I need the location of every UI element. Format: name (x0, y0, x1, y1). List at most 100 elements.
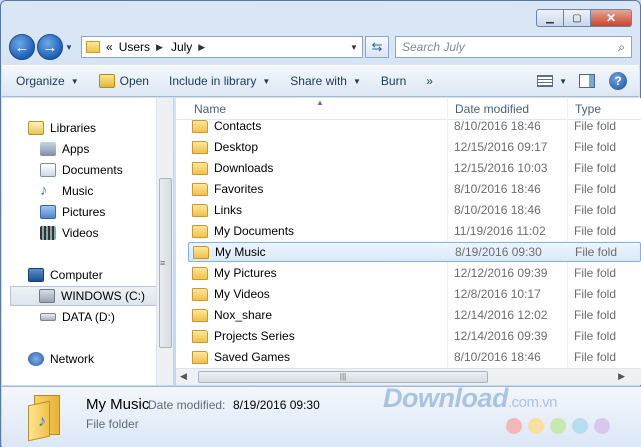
file-row[interactable]: My Pictures 12/12/2016 09:39 File fold (188, 263, 641, 283)
scroll-grip-icon: ≡ (160, 258, 166, 268)
file-type: File fold (574, 287, 617, 301)
file-type: File fold (574, 266, 617, 280)
organize-button[interactable]: Organize ▼ (16, 74, 79, 88)
address-chevron[interactable]: « (106, 40, 113, 54)
preview-pane-icon[interactable] (579, 74, 595, 88)
navigation-pane: Libraries Apps Documents ♪ Music Pictures… (2, 98, 174, 385)
file-name: My Documents (214, 224, 295, 238)
address-dropdown-icon[interactable]: ▼ (346, 43, 362, 52)
share-with-button[interactable]: Share with ▼ (290, 74, 361, 88)
folder-icon (192, 182, 208, 196)
libraries-icon (28, 121, 44, 135)
breadcrumb-arrow-icon[interactable]: ▶ (198, 42, 205, 53)
watermark-dot (572, 418, 588, 434)
file-date: 8/10/2016 18:46 (454, 350, 541, 364)
music-folder-icon: ♪ (28, 395, 62, 442)
address-row: ← → ▼ « Users ▶ July ▶ ▼ ⇆ ⌕ (9, 33, 632, 61)
back-button[interactable]: ← (9, 34, 35, 60)
nav-pictures-label: Pictures (62, 205, 106, 219)
column-date-modified[interactable]: Date modified (455, 102, 529, 116)
address-bar[interactable]: « Users ▶ July ▶ ▼ (81, 36, 363, 58)
breadcrumb-users[interactable]: Users (119, 40, 150, 54)
documents-icon (40, 163, 56, 177)
help-icon[interactable]: ? (609, 72, 627, 90)
nav-pictures[interactable]: Pictures (40, 202, 105, 222)
file-row[interactable]: My Documents 11/19/2016 11:02 File fold (188, 221, 641, 241)
forward-button[interactable]: → (37, 34, 63, 60)
file-type: File fold (574, 308, 617, 322)
file-type: File fold (574, 140, 617, 154)
minimize-button[interactable]: ▁ (536, 9, 564, 27)
open-button[interactable]: Open (98, 74, 149, 88)
file-row[interactable]: Favorites 8/10/2016 18:46 File fold (188, 179, 641, 199)
watermark-logo: Download.com.vn (383, 383, 558, 414)
nav-libraries-label: Libraries (50, 121, 97, 135)
breadcrumb-arrow-icon[interactable]: ▶ (156, 42, 163, 53)
nav-libraries[interactable]: Libraries (28, 118, 96, 138)
file-row[interactable]: Projects Series 12/14/2016 09:39 File fold (188, 326, 641, 346)
file-name: Downloads (214, 161, 274, 175)
folder-icon (192, 266, 208, 280)
nav-network[interactable]: Network (28, 349, 94, 369)
burn-button[interactable]: Burn (381, 74, 406, 88)
computer-icon (28, 268, 44, 282)
folder-icon (192, 308, 208, 322)
file-row[interactable]: Saved Games 8/10/2016 18:46 File fold (188, 347, 641, 367)
include-in-library-label: Include in library (168, 74, 257, 88)
share-with-label: Share with (290, 74, 347, 88)
file-row[interactable]: My Music 8/19/2016 09:30 File fold (188, 242, 641, 262)
nav-windows-c[interactable]: WINDOWS (C:) (10, 286, 158, 306)
file-name: My Pictures (214, 266, 277, 280)
nav-videos[interactable]: Videos (40, 223, 98, 243)
close-button[interactable]: ✕ (590, 9, 632, 27)
column-type[interactable]: Type (575, 102, 601, 116)
search-icon[interactable]: ⌕ (618, 40, 625, 55)
apps-icon (40, 142, 56, 156)
change-view-icon[interactable] (537, 75, 554, 87)
file-name: Contacts (214, 119, 262, 133)
file-row[interactable]: Desktop 12/15/2016 09:17 File fold (188, 137, 641, 157)
search-input[interactable] (402, 40, 612, 54)
include-in-library-button[interactable]: Include in library ▼ (169, 74, 270, 88)
scroll-left-icon[interactable]: ◀ (180, 371, 187, 382)
videos-icon (40, 226, 56, 240)
file-row[interactable]: Downloads 12/15/2016 10:03 File fold (188, 158, 641, 178)
horizontal-scrollbar-thumb[interactable]: ||| (198, 371, 488, 383)
file-name: Nox_share (214, 308, 273, 322)
scroll-right-icon[interactable]: ▶ (618, 371, 625, 382)
nav-scrollbar[interactable]: ≡ (156, 98, 173, 385)
file-row[interactable]: Nox_share 12/14/2016 12:02 File fold (188, 305, 641, 325)
nav-videos-label: Videos (62, 226, 99, 240)
watermark-suffix: .com.vn (508, 394, 558, 411)
file-row[interactable]: Links 8/10/2016 18:46 File fold (188, 200, 641, 220)
nav-documents[interactable]: Documents (40, 160, 123, 180)
search-box[interactable]: ⌕ (395, 36, 632, 58)
nav-data-d[interactable]: DATA (D:) (40, 307, 115, 327)
view-options-dropdown-icon[interactable]: ▼ (559, 77, 567, 86)
nav-music-label: Music (62, 184, 94, 198)
refresh-button[interactable]: ⇆ (365, 36, 389, 58)
nav-windows-c-label: WINDOWS (C:) (61, 289, 145, 303)
file-row[interactable]: Contacts 8/10/2016 18:46 File fold (188, 116, 641, 136)
drive-icon (40, 313, 56, 321)
file-date: 8/19/2016 09:30 (455, 245, 542, 259)
file-name: Projects Series (214, 329, 295, 343)
watermark-dot (506, 418, 522, 434)
more-label: » (426, 74, 433, 88)
nav-music[interactable]: ♪ Music (40, 181, 93, 201)
nav-apps[interactable]: Apps (40, 139, 89, 159)
command-bar: Organize ▼ Open Include in library ▼ Share… (2, 65, 639, 97)
more-commands-button[interactable]: » (426, 74, 433, 88)
column-name[interactable]: Name (194, 102, 226, 116)
file-list: ▲ Name Date modified Type Contacts 8/10/2… (176, 98, 641, 385)
breadcrumb-july[interactable]: July (171, 40, 192, 54)
file-row[interactable]: My Videos 12/8/2016 10:17 File fold (188, 284, 641, 304)
file-date: 12/15/2016 09:17 (454, 140, 548, 154)
chevron-down-icon: ▼ (262, 76, 271, 86)
explorer-window: ▁ ▢ ✕ ← → ▼ « Users ▶ July ▶ ▼ ⇆ ⌕ Organ… (0, 0, 641, 447)
drive-icon (39, 289, 55, 303)
recent-pages-dropdown[interactable]: ▼ (65, 43, 75, 52)
nav-computer[interactable]: Computer (28, 265, 103, 285)
maximize-button[interactable]: ▢ (564, 9, 590, 27)
watermark-dot (594, 418, 610, 434)
